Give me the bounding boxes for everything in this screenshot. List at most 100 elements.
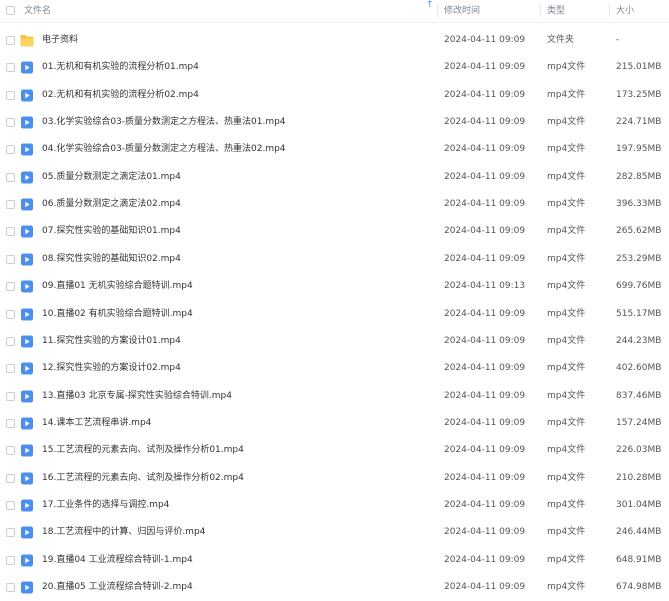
file-name[interactable]: 20.直播05 工业流程综合特训-2.mp4: [42, 574, 193, 601]
file-name[interactable]: 13.直播03 北京专属-探究性实验综合特训.mp4: [42, 383, 232, 410]
modified-time: 2024-04-11 09:09: [444, 472, 526, 483]
row-checkbox[interactable]: [6, 227, 15, 237]
file-name[interactable]: 11.探究性实验的方案设计01.mp4: [42, 328, 181, 355]
file-row[interactable]: 17.工业条件的选择与调控.mp4 2024-04-11 09:09 mp4文件 30…: [0, 492, 669, 519]
file-row[interactable]: 08.探究性实验的基础知识02.mp4 2024-04-11 09:09 mp4文件…: [0, 246, 669, 273]
file-name[interactable]: 02.无机和有机实验的流程分析02.mp4: [42, 82, 199, 109]
row-checkbox[interactable]: [6, 254, 15, 264]
file-type: mp4文件: [547, 472, 586, 483]
file-type: mp4文件: [547, 199, 586, 210]
file-name[interactable]: 18.工艺流程中的计算、归因与评价.mp4: [42, 519, 205, 546]
video-icon: [20, 253, 34, 266]
file-size: 265.62MB: [616, 226, 662, 237]
column-header-size[interactable]: 大小: [616, 0, 634, 22]
file-row[interactable]: 12.探究性实验的方案设计02.mp4 2024-04-11 09:09 mp4文件…: [0, 355, 669, 382]
row-checkbox[interactable]: [6, 446, 15, 456]
file-row[interactable]: 11.探究性实验的方案设计01.mp4 2024-04-11 09:09 mp4文件…: [0, 328, 669, 355]
file-row[interactable]: 18.工艺流程中的计算、归因与评价.mp4 2024-04-11 09:09 mp4…: [0, 519, 669, 546]
file-name[interactable]: 14.课本工艺流程串讲.mp4: [42, 410, 151, 437]
row-checkbox[interactable]: [6, 391, 15, 401]
file-name[interactable]: 08.探究性实验的基础知识02.mp4: [42, 246, 181, 273]
file-type: mp4文件: [547, 171, 586, 182]
file-size: 515.17MB: [616, 308, 662, 319]
row-checkbox[interactable]: [6, 309, 15, 319]
file-row[interactable]: 13.直播03 北京专属-探究性实验综合特训.mp4 2024-04-11 09:…: [0, 383, 669, 410]
file-name[interactable]: 15.工艺流程的元素去向、试剂及操作分析01.mp4: [42, 437, 244, 464]
file-row[interactable]: 06.质量分数测定之滴定法02.mp4 2024-04-11 09:09 mp4文件…: [0, 191, 669, 218]
file-row[interactable]: 19.直播04 工业流程综合特训-1.mp4 2024-04-11 09:09 mp…: [0, 547, 669, 574]
video-icon: [20, 308, 34, 321]
file-row[interactable]: 09.直播01 无机实验综合题特训.mp4 2024-04-11 09:13 mp4…: [0, 273, 669, 300]
row-checkbox[interactable]: [6, 90, 15, 100]
row-checkbox[interactable]: [6, 500, 15, 510]
row-checkbox[interactable]: [6, 200, 15, 210]
modified-time: 2024-04-11 09:09: [444, 35, 526, 45]
row-checkbox[interactable]: [6, 282, 15, 292]
file-name[interactable]: 03.化学实验综合03-质量分数测定之方程法、热重法01.mp4: [42, 109, 286, 136]
file-row[interactable]: 07.探究性实验的基础知识01.mp4 2024-04-11 09:09 mp4文件…: [0, 218, 669, 245]
column-header-type[interactable]: 类型: [547, 0, 565, 22]
file-list-header: 文件名 ↑ 修改时间 类型 大小: [0, 0, 669, 23]
modified-time: 2024-04-11 09:09: [444, 89, 526, 100]
row-checkbox[interactable]: [6, 583, 15, 592]
file-row[interactable]: 16.工艺流程的元素去向、试剂及操作分析02.mp4 2024-04-11 09:…: [0, 465, 669, 492]
file-name[interactable]: 06.质量分数测定之滴定法02.mp4: [42, 191, 181, 218]
row-checkbox[interactable]: [6, 36, 15, 45]
file-name[interactable]: 17.工业条件的选择与调控.mp4: [42, 492, 169, 519]
row-checkbox[interactable]: [6, 528, 15, 538]
video-icon: [20, 444, 34, 457]
file-row[interactable]: 14.课本工艺流程串讲.mp4 2024-04-11 09:09 mp4文件 157.…: [0, 410, 669, 437]
row-checkbox[interactable]: [6, 555, 15, 565]
file-name[interactable]: 04.化学实验综合03-质量分数测定之方程法、热重法02.mp4: [42, 136, 286, 163]
file-name[interactable]: 09.直播01 无机实验综合题特训.mp4: [42, 273, 193, 300]
file-type: mp4文件: [547, 582, 586, 592]
file-type: mp4文件: [547, 117, 586, 128]
file-size: 224.71MB: [616, 117, 662, 128]
modified-time: 2024-04-11 09:09: [444, 335, 526, 346]
modified-time: 2024-04-11 09:09: [444, 117, 526, 128]
column-divider[interactable]: [540, 4, 541, 18]
file-type: mp4文件: [547, 335, 586, 346]
file-name[interactable]: 16.工艺流程的元素去向、试剂及操作分析02.mp4: [42, 465, 244, 492]
file-name[interactable]: 19.直播04 工业流程综合特训-1.mp4: [42, 547, 193, 574]
column-divider[interactable]: [609, 4, 610, 18]
file-row[interactable]: 20.直播05 工业流程综合特训-2.mp4 2024-04-11 09:09 mp…: [0, 574, 669, 601]
video-icon: [20, 581, 34, 594]
row-checkbox[interactable]: [6, 118, 15, 128]
file-row[interactable]: 15.工艺流程的元素去向、试剂及操作分析01.mp4 2024-04-11 09:…: [0, 437, 669, 464]
file-row[interactable]: 01.无机和有机实验的流程分析01.mp4 2024-04-11 09:09 mp4…: [0, 54, 669, 81]
file-row[interactable]: 05.质量分数测定之滴定法01.mp4 2024-04-11 09:09 mp4文件…: [0, 164, 669, 191]
column-header-modified[interactable]: 修改时间: [444, 0, 480, 22]
file-row[interactable]: 电子资料 2024-04-11 09:09 文件夹 -: [0, 27, 669, 54]
row-checkbox[interactable]: [6, 336, 15, 346]
modified-time: 2024-04-11 09:09: [444, 253, 526, 264]
file-name[interactable]: 10.直播02 有机实验综合题特训.mp4: [42, 301, 193, 328]
file-size: 215.01MB: [616, 62, 662, 73]
row-checkbox[interactable]: [6, 145, 15, 155]
row-checkbox[interactable]: [6, 473, 15, 483]
column-header-name[interactable]: 文件名: [24, 0, 51, 22]
row-checkbox[interactable]: [6, 418, 15, 428]
file-size: 253.29MB: [616, 253, 662, 264]
file-row[interactable]: 02.无机和有机实验的流程分析02.mp4 2024-04-11 09:09 mp4…: [0, 82, 669, 109]
modified-time: 2024-04-11 09:09: [444, 554, 526, 565]
file-name[interactable]: 05.质量分数测定之滴定法01.mp4: [42, 164, 181, 191]
file-type: mp4文件: [547, 226, 586, 237]
row-checkbox[interactable]: [6, 172, 15, 182]
file-name[interactable]: 电子资料: [42, 27, 78, 54]
row-checkbox[interactable]: [6, 63, 15, 73]
video-icon: [20, 61, 34, 74]
column-divider[interactable]: [437, 4, 438, 18]
file-name[interactable]: 07.探究性实验的基础知识01.mp4: [42, 218, 181, 245]
modified-time: 2024-04-11 09:09: [444, 144, 526, 155]
sort-ascending-icon[interactable]: ↑: [426, 0, 434, 10]
file-row[interactable]: 03.化学实验综合03-质量分数测定之方程法、热重法01.mp4 2024-04-…: [0, 109, 669, 136]
file-name[interactable]: 12.探究性实验的方案设计02.mp4: [42, 355, 181, 382]
file-row[interactable]: 10.直播02 有机实验综合题特训.mp4 2024-04-11 09:09 mp4…: [0, 301, 669, 328]
video-icon: [20, 554, 34, 567]
row-checkbox[interactable]: [6, 364, 15, 374]
file-row[interactable]: 04.化学实验综合03-质量分数测定之方程法、热重法02.mp4 2024-04-…: [0, 136, 669, 163]
file-name[interactable]: 01.无机和有机实验的流程分析01.mp4: [42, 54, 199, 81]
file-size: -: [616, 35, 620, 45]
select-all-checkbox[interactable]: [6, 6, 15, 15]
